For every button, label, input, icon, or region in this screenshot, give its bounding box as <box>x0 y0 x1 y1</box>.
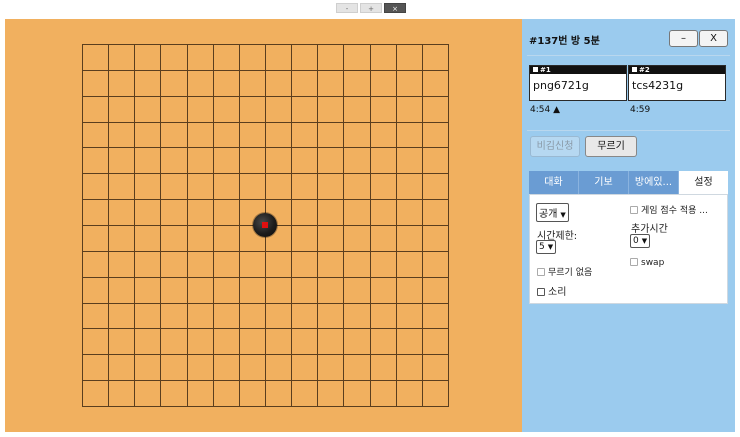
grid-line-vertical <box>291 44 293 406</box>
time-limit-value: 5 <box>539 242 545 252</box>
close-button[interactable]: X <box>699 30 728 47</box>
grid-line-vertical <box>421 44 423 406</box>
grid-line-vertical <box>448 44 449 406</box>
sound-checkbox[interactable] <box>537 288 545 296</box>
grid-line-vertical <box>395 44 397 406</box>
divider <box>527 55 730 56</box>
swap-checkbox[interactable] <box>630 258 638 266</box>
undo-button[interactable]: 무르기 <box>585 136 637 157</box>
visibility-value: 공개 <box>539 209 558 220</box>
apply-score-checkbox[interactable] <box>630 206 638 214</box>
apply-score-option[interactable]: 게임 점수 적용 ... <box>630 203 708 216</box>
player-1-timer: 4:54 ▲ <box>530 105 560 115</box>
tab-settings[interactable]: 설정 <box>679 171 728 194</box>
player-2-card: #2 tcs4231g <box>628 65 726 101</box>
swap-label: swap <box>641 258 665 268</box>
player-1-color-square <box>533 67 538 72</box>
sound-option[interactable]: 소리 <box>537 283 566 298</box>
last-move-marker <box>262 222 268 228</box>
top-toolbar: - + × <box>336 3 406 13</box>
black-stone <box>253 213 277 237</box>
tab-room-users[interactable]: 방에있... <box>629 171 679 194</box>
grid-line-horizontal <box>82 380 449 382</box>
tab-chat[interactable]: 대화 <box>529 171 579 194</box>
minimize-button[interactable]: – <box>669 30 698 47</box>
no-undo-option[interactable]: 무르기 없음 <box>537 265 592 278</box>
player-2-tag: #2 <box>639 66 650 74</box>
room-title: #137번 방 5분 <box>529 36 600 47</box>
swap-option[interactable]: swap <box>630 258 664 268</box>
apply-score-label: 게임 점수 적용 ... <box>641 206 708 216</box>
player-2-color-square <box>632 67 637 72</box>
toolbar-button-3[interactable]: × <box>384 3 406 13</box>
grid-line-horizontal <box>82 250 449 252</box>
no-undo-checkbox[interactable] <box>537 268 545 276</box>
side-panel: #137번 방 5분 – X #1 png6721g #2 tcs4231g 4… <box>522 19 735 432</box>
extra-time-select[interactable]: 0 ▼ <box>630 234 651 248</box>
grid-line-vertical <box>317 44 319 406</box>
grid-line-horizontal <box>82 302 449 304</box>
grid-line-vertical <box>369 44 371 406</box>
visibility-select[interactable]: 공개 ▼ <box>536 203 569 222</box>
grid-line-horizontal <box>82 328 449 330</box>
player-1-card: #1 png6721g <box>529 65 627 101</box>
time-limit-select[interactable]: 5 ▼ <box>536 240 557 254</box>
toolbar-button-2[interactable]: + <box>360 3 382 13</box>
player-2-name: tcs4231g <box>632 79 684 92</box>
sound-label: 소리 <box>548 287 567 298</box>
settings-panel: 공개 ▼ 시간제한: 5 ▼ 무르기 없음 소리 게임 점수 적용 ... 추가시간… <box>529 194 728 304</box>
no-undo-label: 무르기 없음 <box>548 268 593 278</box>
extra-time-value: 0 <box>633 236 639 246</box>
draw-request-button[interactable]: 비김신청 <box>530 136 580 157</box>
player-1-name: png6721g <box>533 79 589 92</box>
chevron-down-icon: ▼ <box>547 243 554 251</box>
grid-line-horizontal <box>82 406 449 407</box>
tab-bar: 대화 기보 방에있... 설정 <box>529 171 728 194</box>
grid-line-horizontal <box>82 276 449 278</box>
chevron-down-icon: ▼ <box>641 237 648 245</box>
game-board[interactable] <box>5 19 522 432</box>
tab-record[interactable]: 기보 <box>579 171 629 194</box>
toolbar-button-1[interactable]: - <box>336 3 358 13</box>
divider <box>527 130 730 131</box>
chevron-down-icon: ▼ <box>560 211 566 219</box>
extra-time-label: 추가시간 <box>631 224 668 235</box>
grid-line-vertical <box>343 44 345 406</box>
grid-line-horizontal <box>82 354 449 356</box>
player-2-timer: 4:59 <box>630 105 651 115</box>
player-1-tag: #1 <box>540 66 551 74</box>
